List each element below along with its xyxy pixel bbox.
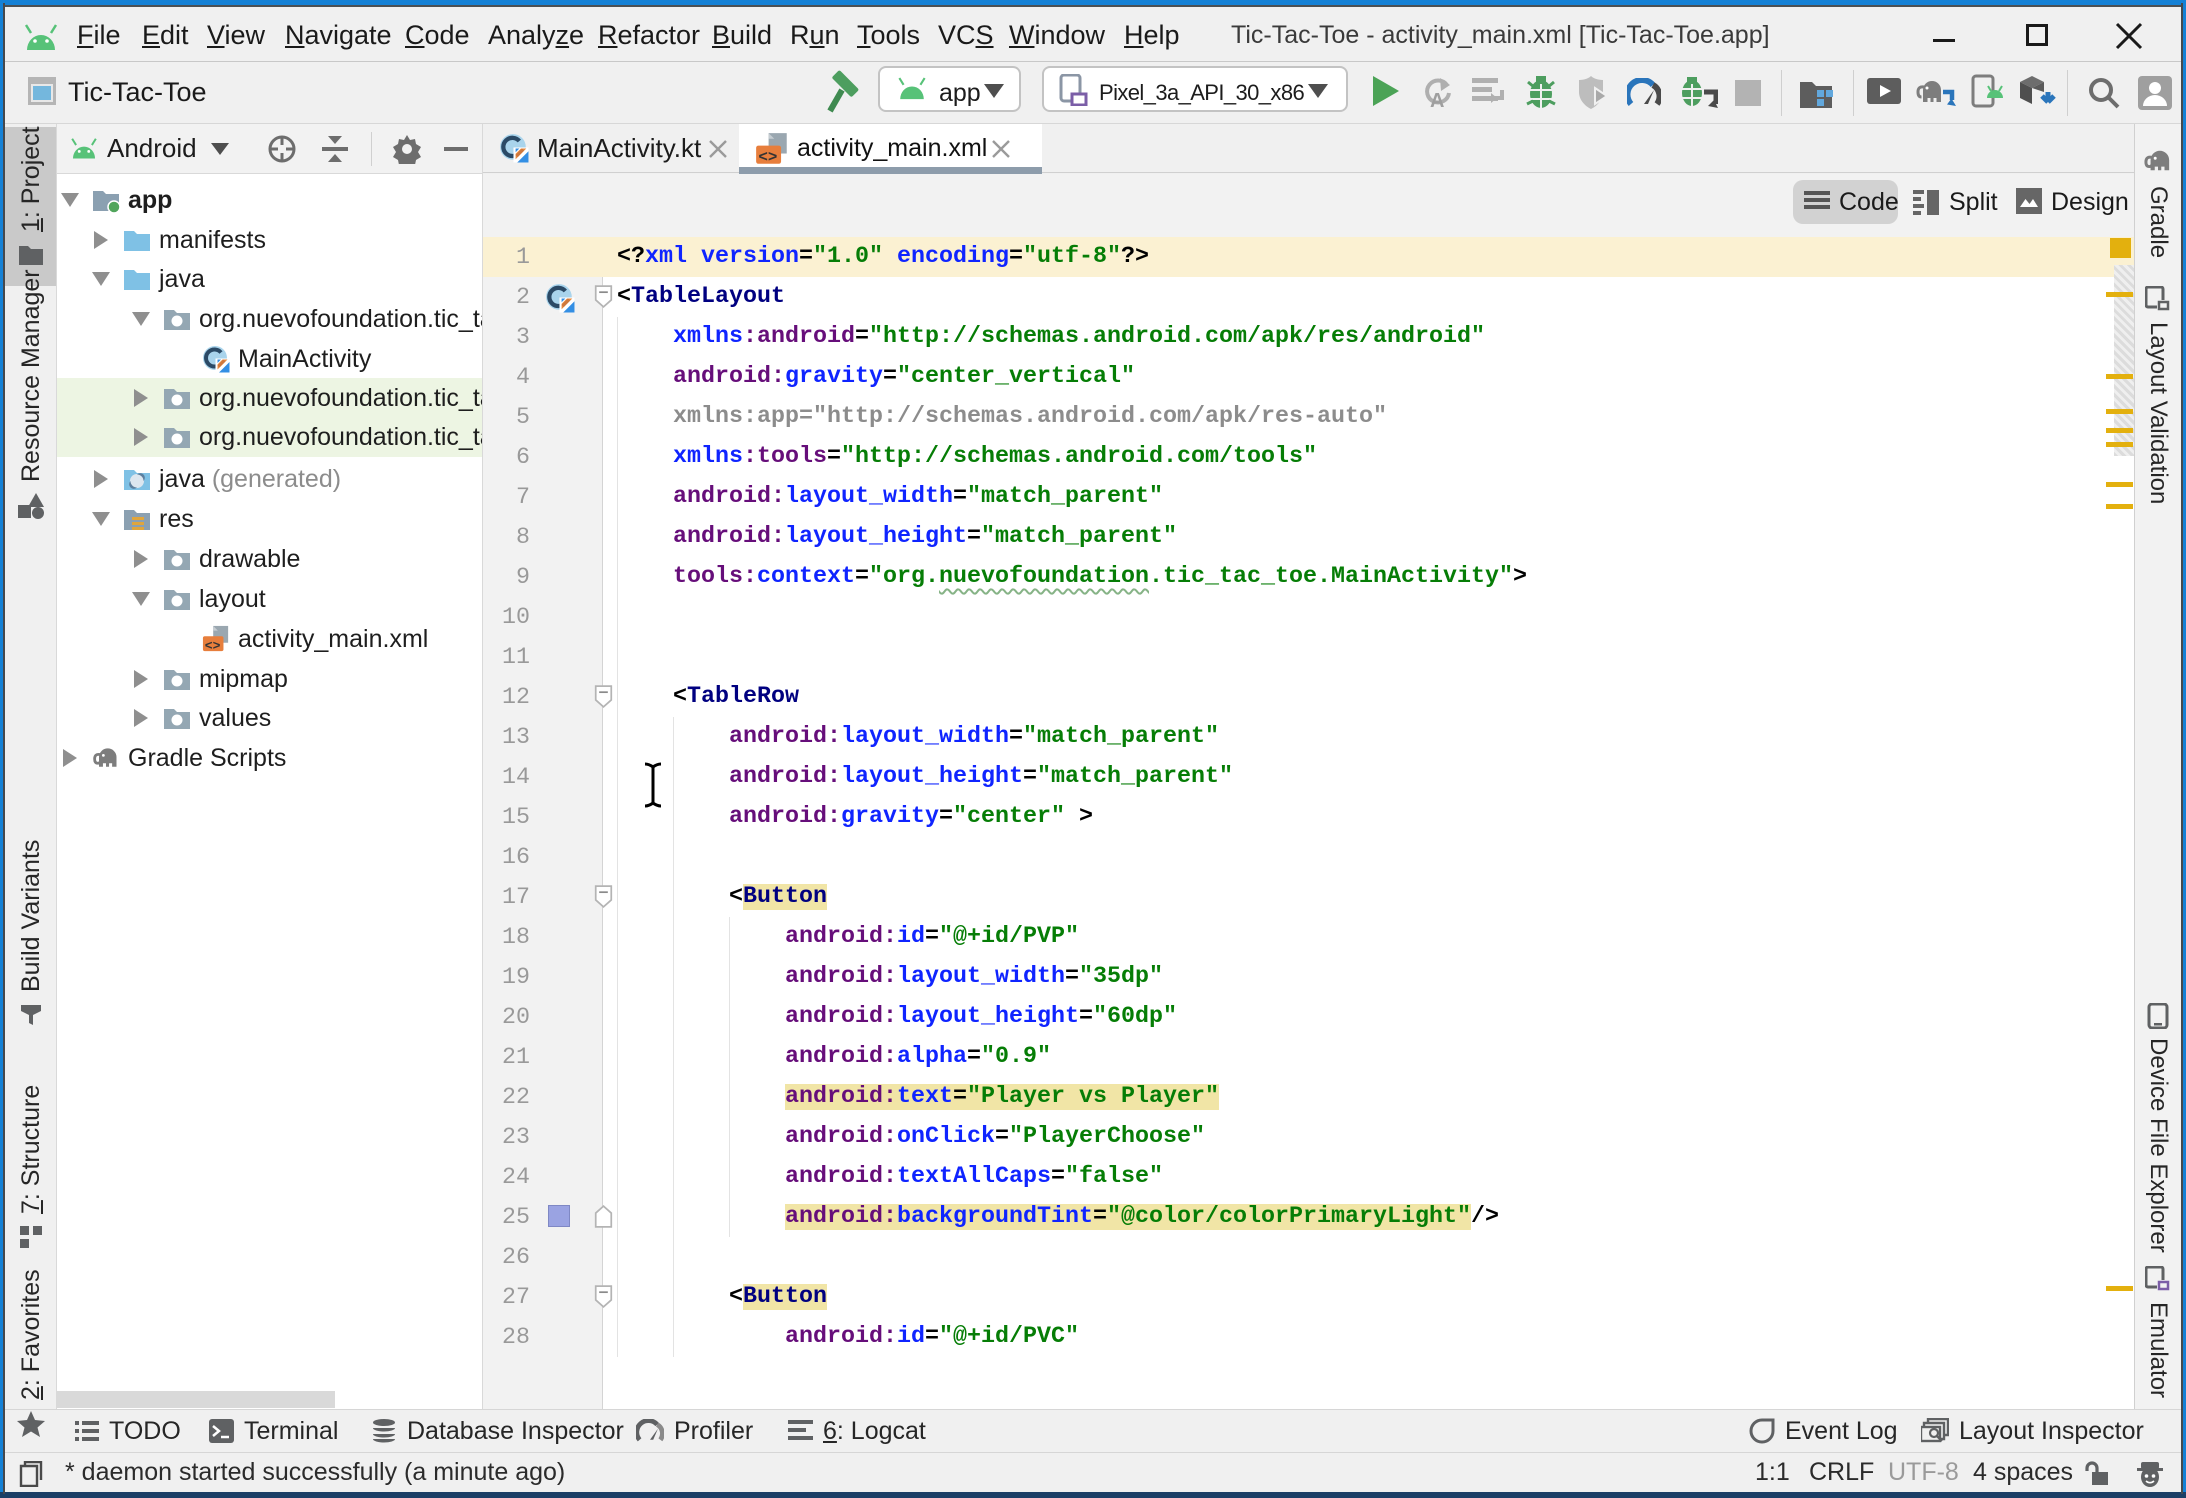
svg-text:<>: <>: [205, 638, 221, 653]
svg-text:<>: <>: [758, 148, 777, 166]
svg-text:A: A: [1430, 90, 1444, 110]
